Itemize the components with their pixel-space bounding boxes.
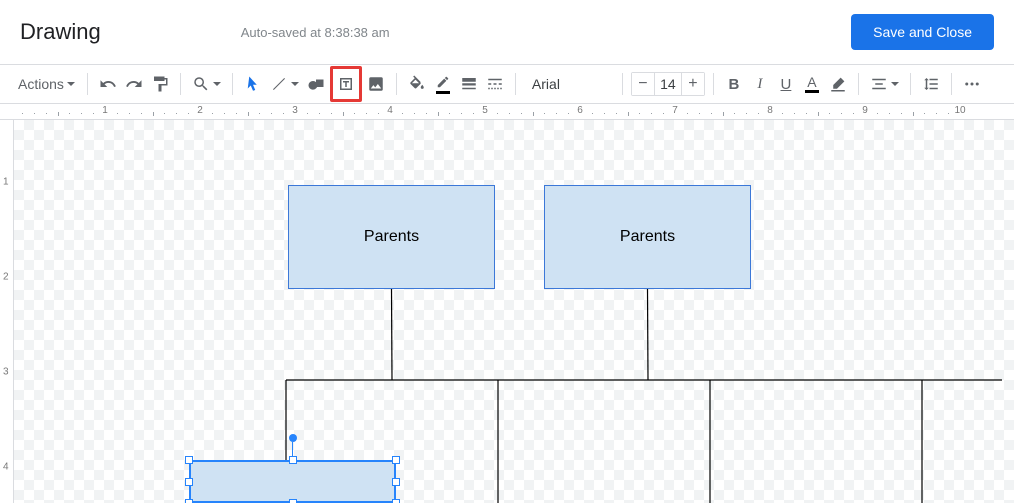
bold-button[interactable]: B [722,70,746,98]
select-tool[interactable] [241,70,265,98]
vertical-ruler: 1 2 3 4 [0,120,14,503]
shape-parents-left[interactable]: Parents [288,185,495,289]
font-size-input[interactable] [654,73,682,95]
text-color-button[interactable]: A [800,70,824,98]
toolbar-separator [396,73,397,95]
caret-down-icon [891,82,899,86]
caret-down-icon [67,82,75,86]
actions-menu[interactable]: Actions [10,70,79,98]
toolbar-separator [180,73,181,95]
save-and-close-button[interactable]: Save and Close [851,14,994,50]
resize-handle[interactable] [392,499,400,503]
text-color-swatch [805,90,819,93]
shape-tool[interactable] [304,70,328,98]
rotation-handle[interactable] [289,434,297,442]
font-family-select[interactable]: Arial [524,71,614,97]
resize-handle[interactable] [185,456,193,464]
caret-down-icon [213,82,221,86]
toolbar-separator [951,73,952,95]
border-color-button[interactable] [431,70,455,98]
toolbar-separator [87,73,88,95]
shape-child-selected[interactable] [189,460,396,503]
line-spacing-button[interactable] [919,70,943,98]
toolbar-separator [858,73,859,95]
actions-label: Actions [18,76,64,92]
highlight-text-box-tool [330,66,362,102]
underline-button[interactable]: U [774,70,798,98]
fill-color-button[interactable] [405,70,429,98]
font-size-group: − + [631,72,705,96]
image-tool[interactable] [364,70,388,98]
shape-parents-right[interactable]: Parents [544,185,751,289]
font-size-decrease[interactable]: − [632,73,654,95]
horizontal-ruler: 12345678910 [0,104,1014,120]
font-size-increase[interactable]: + [682,73,704,95]
toolbar-separator [622,73,623,95]
zoom-button[interactable] [189,70,224,98]
resize-handle[interactable] [289,456,297,464]
font-family-value: Arial [532,76,560,92]
border-color-swatch [436,91,450,94]
align-button[interactable] [867,70,902,98]
dialog-title: Drawing [20,19,101,45]
autosave-status: Auto-saved at 8:38:38 am [241,25,390,40]
undo-button[interactable] [96,70,120,98]
more-button[interactable] [960,70,984,98]
toolbar-separator [910,73,911,95]
border-weight-button[interactable] [457,70,481,98]
canvas[interactable]: Parents Parents [14,120,1014,503]
resize-handle[interactable] [392,478,400,486]
toolbar-separator [713,73,714,95]
dialog-header: Drawing Auto-saved at 8:38:38 am Save an… [0,0,1014,64]
paint-format-button[interactable] [148,70,172,98]
toolbar: Actions [0,64,1014,104]
resize-handle[interactable] [392,456,400,464]
line-tool[interactable] [267,70,302,98]
highlight-color-button[interactable] [826,70,850,98]
caret-down-icon [291,82,299,86]
toolbar-separator [232,73,233,95]
redo-button[interactable] [122,70,146,98]
text-box-tool[interactable] [334,70,358,98]
border-dash-button[interactable] [483,70,507,98]
resize-handle[interactable] [185,499,193,503]
toolbar-separator [515,73,516,95]
canvas-area: 1 2 3 4 Parents Parents [0,120,1014,503]
resize-handle[interactable] [289,499,297,503]
italic-button[interactable]: I [748,70,772,98]
resize-handle[interactable] [185,478,193,486]
